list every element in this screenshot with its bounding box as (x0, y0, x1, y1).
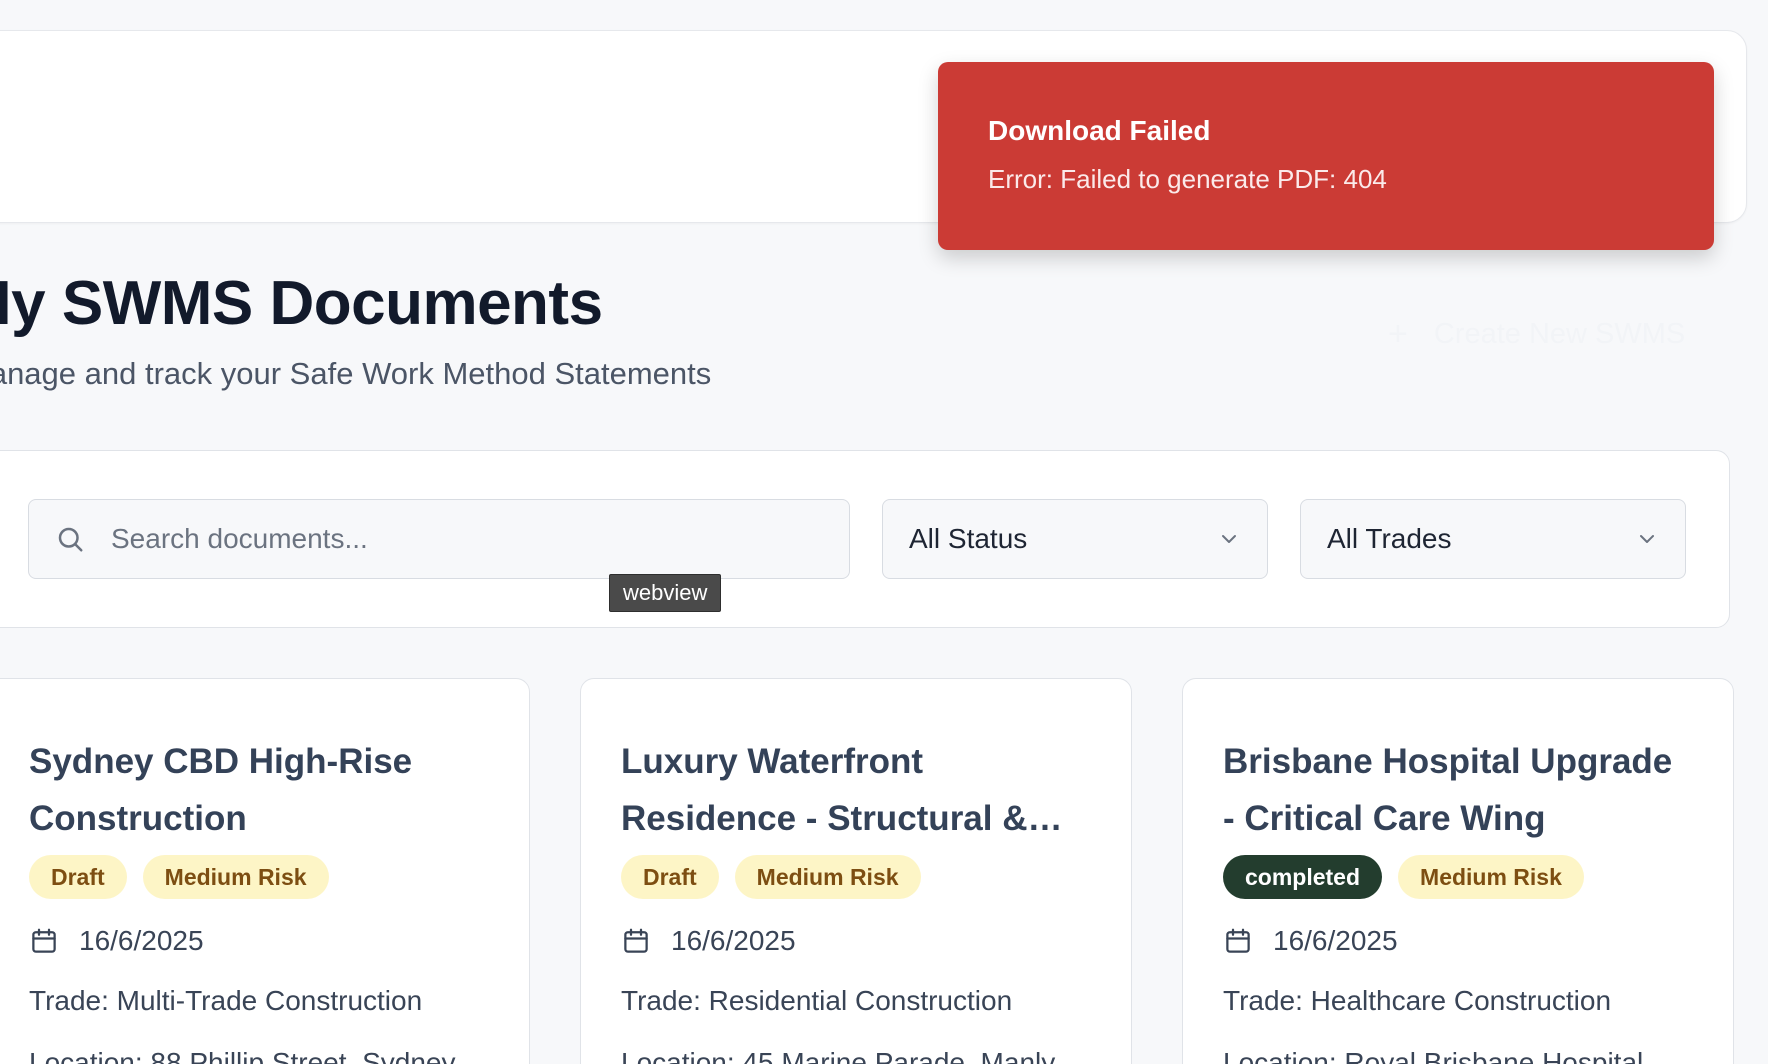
webview-tooltip: webview (609, 574, 722, 612)
calendar-icon (32, 928, 56, 953)
toast-message: Error: Failed to generate PDF: 404 (988, 163, 1387, 194)
document-trade: Trade: Residential Construction (621, 985, 1013, 1016)
calendar-icon (1226, 928, 1250, 953)
risk-badge: Medium Risk (734, 855, 921, 899)
document-location: Location: Royal Brisbane Hospital (1223, 1047, 1644, 1064)
create-button-label: Create New SWMS (1433, 318, 1686, 350)
document-card[interactable]: Sydney CBD High-Rise Construction Draft … (0, 678, 530, 1064)
document-date: 16/6/2025 (1273, 925, 1398, 956)
document-trade: Trade: Multi-Trade Construction (29, 985, 423, 1016)
document-title[interactable]: Sydney CBD High-Rise Construction (29, 733, 489, 847)
create-new-swms-button[interactable]: + Create New SWMS (1388, 315, 1685, 354)
plus-icon: + (1388, 315, 1408, 353)
page-subtitle: Manage and track your Safe Work Method S… (0, 356, 712, 391)
search-input[interactable] (111, 523, 811, 555)
status-filter-select[interactable]: All Status (882, 499, 1268, 579)
document-date: 16/6/2025 (79, 925, 204, 956)
risk-badge: Medium Risk (1398, 855, 1584, 899)
risk-badge: Medium Risk (142, 855, 329, 899)
error-toast[interactable]: Download Failed Error: Failed to generat… (938, 62, 1714, 250)
status-badge: completed (1223, 855, 1383, 899)
calendar-icon (624, 928, 648, 953)
document-date: 16/6/2025 (671, 925, 796, 956)
document-trade: Trade: Healthcare Construction (1223, 985, 1612, 1016)
chevron-down-icon (1222, 535, 1236, 543)
chevron-down-icon (1640, 535, 1654, 543)
status-badge: Draft (621, 855, 719, 899)
status-badge: Draft (29, 855, 127, 899)
document-card[interactable]: Luxury Waterfront Residence - Structural… (580, 678, 1132, 1064)
search-icon (58, 527, 83, 552)
document-card[interactable]: Brisbane Hospital Upgrade - Critical Car… (1182, 678, 1734, 1064)
document-location: Location: 45 Marine Parade, Manly (621, 1047, 1056, 1064)
trades-filter-value: All Trades (1327, 523, 1452, 554)
search-field[interactable] (28, 499, 850, 579)
app-viewport: Download Failed Error: Failed to generat… (0, 0, 1768, 1064)
status-filter-value: All Status (909, 523, 1028, 554)
document-title[interactable]: Luxury Waterfront Residence - Structural… (621, 733, 1091, 847)
page-title: My SWMS Documents (0, 269, 603, 338)
document-location: Location: 88 Phillip Street, Sydney (29, 1047, 456, 1064)
document-title[interactable]: Brisbane Hospital Upgrade - Critical Car… (1223, 733, 1693, 847)
toast-title: Download Failed (988, 115, 1211, 146)
trades-filter-select[interactable]: All Trades (1300, 499, 1686, 579)
